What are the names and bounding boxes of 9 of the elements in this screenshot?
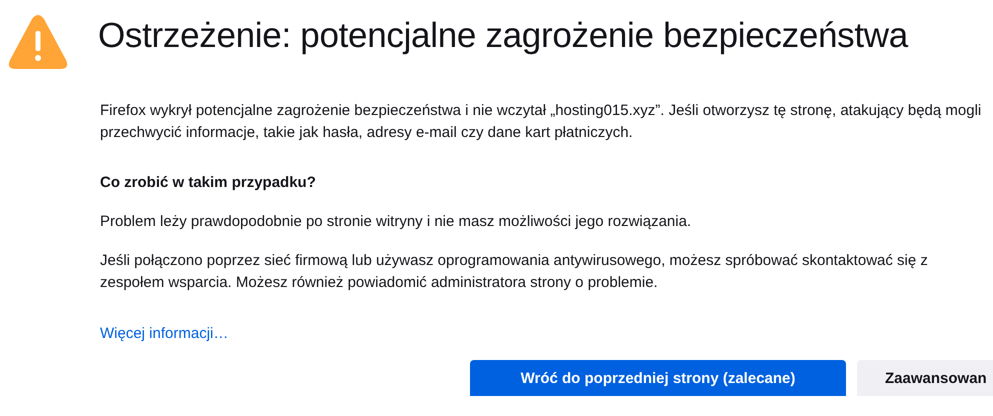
page-title: Ostrzeżenie: potencjalne zagrożenie bezpieczeństwa bbox=[98, 16, 908, 56]
intro-paragraph: Firefox wykrył potencjalne zagrożenie bezpieczeństwa i nie wczytał „hosting015.xyz”. Jeśli otworzysz tę stronę, atakujący będą mogli przechwycić informacje, takie jak hasła, adresy e-mail czy dane kart płatniczych. bbox=[100, 101, 982, 143]
paragraph: Jeśli połączono poprzez sieć firmową lub używasz oprogramowania antywirusowego, możesz spróbować skontaktować się z zespołem wsparcia. Możesz również powiadomić administratora strony o problemie. bbox=[100, 251, 929, 293]
more-info-link[interactable]: Więcej informacji… bbox=[100, 325, 228, 342]
warning-icon bbox=[8, 14, 68, 72]
advanced-button[interactable]: Zaawansowan bbox=[857, 360, 993, 396]
go-back-button[interactable]: Wróć do poprzedniej strony (zalecane) bbox=[470, 360, 846, 396]
section-heading: Co zrobić w takim przypadku? bbox=[100, 174, 317, 191]
paragraph: Problem leży prawdopodobnie po stronie witryny i nie masz możliwości jego rozwiązania. bbox=[100, 212, 692, 232]
